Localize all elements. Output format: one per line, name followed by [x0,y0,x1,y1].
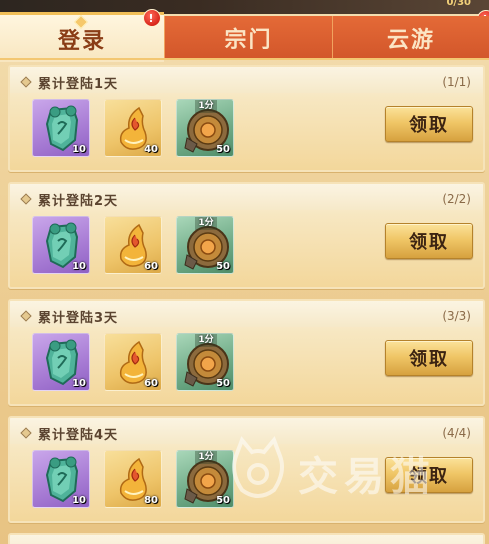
reward-item[interactable]: 60 [104,333,162,391]
card-progress: (1/1) [442,75,471,89]
reward-quantity: 50 [216,261,230,272]
reward-quantity: 50 [216,495,230,506]
reward-card-partial [8,533,485,544]
card-title: 累计登陆1天 [38,76,119,92]
claim-button[interactable]: 领取 [385,457,473,493]
tab-travel[interactable]: 云游 [332,16,489,60]
claim-button[interactable]: 领取 [385,106,473,142]
reward-item[interactable]: 80 [104,450,162,508]
reward-card: 累计登陆1天 (1/1) 10 40 1分 50 领取 [8,65,485,172]
card-header: 累计登陆1天 (1/1) [20,72,471,92]
reward-quantity: 50 [216,378,230,389]
reward-tag: 1分 [195,100,217,113]
reward-item[interactable]: 10 [32,216,90,274]
card-progress: (4/4) [442,426,471,440]
reward-card: 累计登陆4天 (4/4) 10 80 1分 50 领取 [8,416,485,523]
reward-item[interactable]: 1分 50 [176,99,234,157]
card-progress: (3/3) [442,309,471,323]
reward-item[interactable]: 40 [104,99,162,157]
reward-item[interactable]: 10 [32,450,90,508]
reward-quantity: 40 [144,144,158,155]
diamond-bullet-icon [20,427,32,439]
reward-item[interactable]: 60 [104,216,162,274]
tab-bar: 登录 ! 宗门 ! 云游 [0,8,489,62]
reward-quantity: 50 [216,144,230,155]
reward-item[interactable]: 10 [32,99,90,157]
tab-divider [0,58,489,60]
reward-item[interactable]: 1分 50 [176,450,234,508]
reward-list: 10 60 1分 50 [32,333,234,395]
alert-badge-icon: ! [143,9,161,27]
reward-quantity: 10 [72,144,86,155]
card-header: 累计登陆2天 (2/2) [20,189,471,209]
card-title: 累计登陆3天 [38,310,119,326]
top-counter: 0/30 [446,0,471,8]
reward-item[interactable]: 1分 50 [176,216,234,274]
card-title: 累计登陆4天 [38,427,119,443]
reward-tag: 1分 [195,451,217,464]
reward-list: 10 60 1分 50 [32,216,234,278]
diamond-bullet-icon [20,76,32,88]
tab-sect[interactable]: 宗门 ! [164,10,489,60]
diamond-bullet-icon [20,310,32,322]
reward-card: 累计登陆3天 (3/3) 10 60 1分 50 领取 [8,299,485,406]
reward-tag: 1分 [195,334,217,347]
card-title: 累计登陆2天 [38,193,119,209]
reward-quantity: 10 [72,261,86,272]
diamond-bullet-icon [20,193,32,205]
tab-travel-label: 云游 [386,27,435,53]
reward-quantity: 60 [144,378,158,389]
reward-item[interactable]: 10 [32,333,90,391]
claim-button[interactable]: 领取 [385,340,473,376]
tab-sect-label: 宗门 [224,27,273,53]
card-header: 累计登陆4天 (4/4) [20,423,471,443]
reward-card: 累计登陆2天 (2/2) 10 60 1分 50 领取 [8,182,485,289]
card-header: 累计登陆3天 (3/3) [20,306,471,326]
card-progress: (2/2) [442,192,471,206]
reward-quantity: 10 [72,495,86,506]
reward-tag: 1分 [195,217,217,230]
login-rewards-panel: 0/30 登录 ! 宗门 ! 云游 累计登陆1天 (1/1) [0,0,489,544]
tab-login[interactable]: 登录 ! [0,9,164,62]
reward-item[interactable]: 1分 50 [176,333,234,391]
reward-list: 10 40 1分 50 [32,99,234,161]
reward-quantity: 10 [72,378,86,389]
reward-quantity: 60 [144,261,158,272]
claim-button[interactable]: 领取 [385,223,473,259]
reward-quantity: 80 [144,495,158,506]
reward-list: 10 80 1分 50 [32,450,234,512]
